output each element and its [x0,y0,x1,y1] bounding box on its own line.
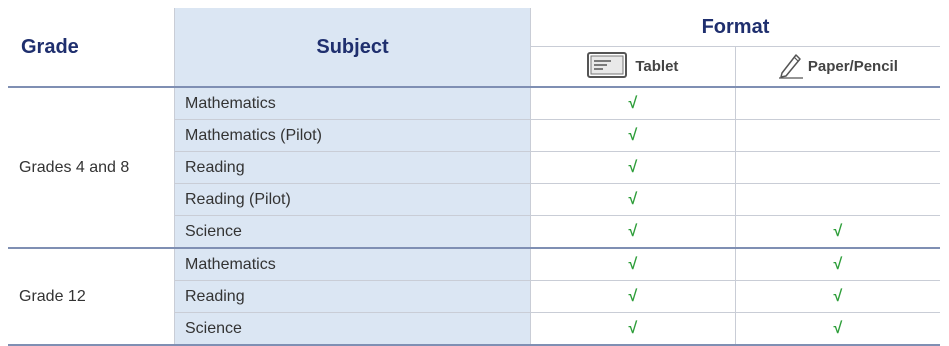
grade-header: Grade [8,8,175,88]
tablet-format-cell: √ [530,151,736,184]
format-table: Grade Subject Format Tablet Paper/Pencil… [8,8,940,346]
check-mark-icon: √ [833,255,843,273]
subject-cell: Mathematics [174,87,531,120]
subject-cell: Reading (Pilot) [174,183,531,216]
subject-header: Subject [174,8,531,88]
table-body: Grades 4 and 8 Mathematics √ Mathematics (P… [8,87,940,346]
table-row: Grades 4 and 8 Mathematics √ [8,87,940,249]
subject-cell: Science [174,312,531,346]
grade-cell: Grades 4 and 8 [8,87,175,249]
check-mark-icon: √ [833,222,843,240]
check-mark-icon: √ [833,319,843,337]
check-mark-icon: √ [628,158,638,176]
paper-format-cell: √ [734,215,940,249]
check-mark-icon: √ [628,222,638,240]
tablet-column-header: Tablet [530,46,736,89]
paper-label: Paper/Pencil [807,58,898,76]
tablet-format-cell: √ [530,248,736,281]
subject-cell: Science [174,215,531,249]
subject-cell: Reading [174,151,531,184]
tablet-icon [587,51,628,82]
check-mark-icon: √ [628,255,638,273]
check-mark-icon: √ [628,287,638,305]
table-row: Grade 12 Mathematics √ √ [8,248,940,346]
paper-column-header: Paper/Pencil [734,46,940,89]
tablet-label: Tablet [635,58,679,76]
tablet-format-cell: √ [530,215,736,249]
pencil-icon [778,51,804,83]
paper-format-cell [734,87,940,120]
grade-cell: Grade 12 [8,248,175,346]
tablet-format-cell: √ [530,280,736,313]
paper-format-cell: √ [734,312,940,346]
check-mark-icon: √ [833,287,843,305]
format-table-page: Grade Subject Format Tablet Paper/Pencil… [0,0,949,346]
paper-format-cell [734,119,940,152]
check-mark-icon: √ [628,126,638,144]
tablet-format-cell: √ [530,119,736,152]
tablet-format-cell: √ [530,87,736,120]
check-mark-icon: √ [628,94,638,112]
paper-format-cell [734,151,940,184]
paper-format-cell: √ [734,248,940,281]
tablet-format-cell: √ [530,183,736,216]
paper-format-cell: √ [734,280,940,313]
format-header: Format [530,8,940,48]
tablet-format-cell: √ [530,312,736,346]
check-mark-icon: √ [628,319,638,337]
subject-cell: Mathematics (Pilot) [174,119,531,152]
check-mark-icon: √ [628,190,638,208]
subject-cell: Reading [174,280,531,313]
subject-cell: Mathematics [174,248,531,281]
paper-format-cell [734,183,940,216]
